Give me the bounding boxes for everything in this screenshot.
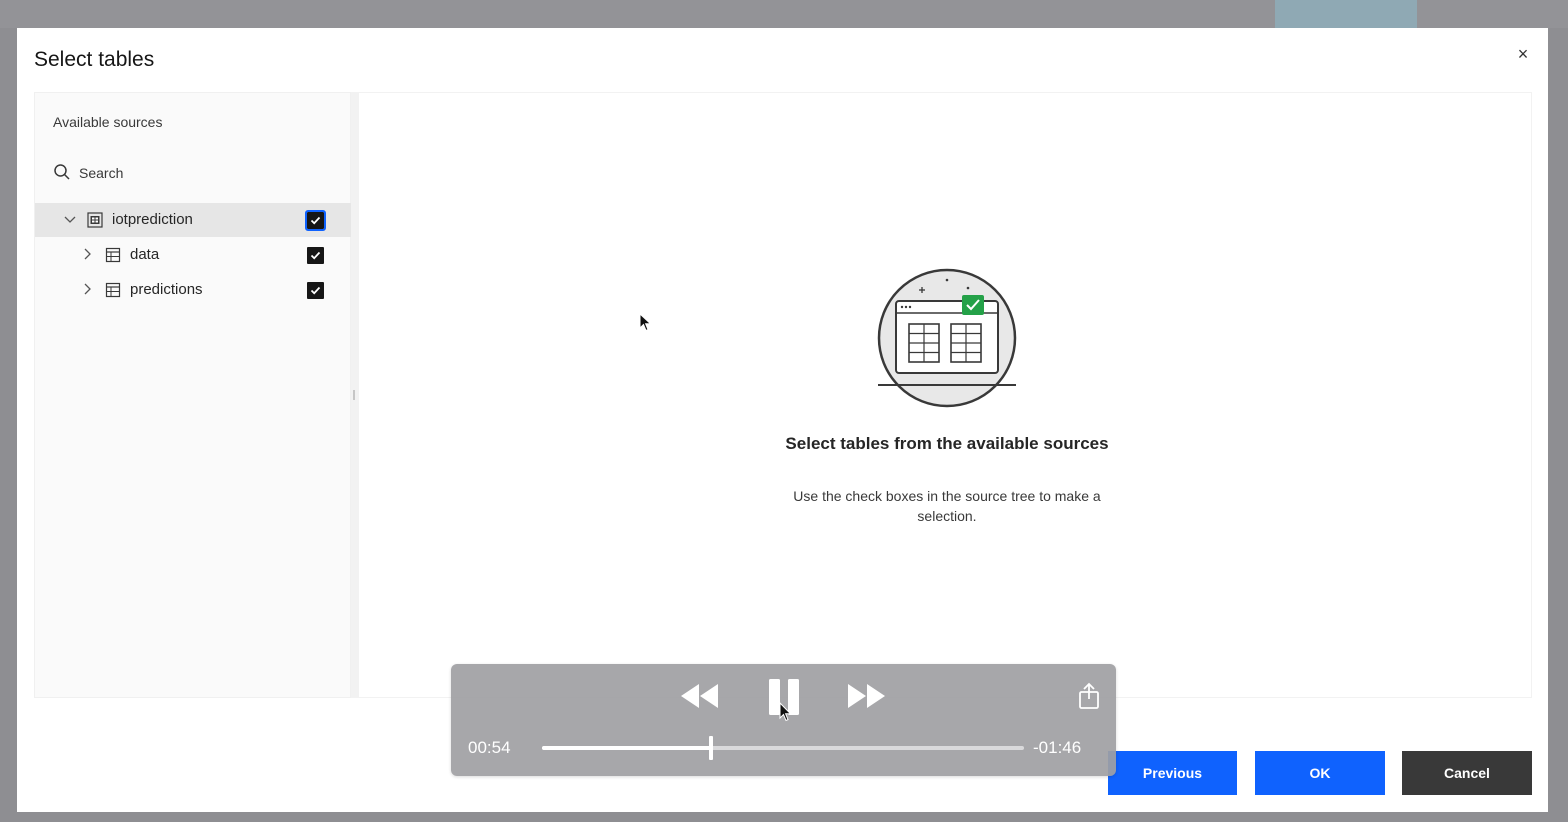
tree-item-iotprediction[interactable]: iotprediction bbox=[35, 203, 351, 237]
empty-state-title: Select tables from the available sources bbox=[785, 434, 1109, 453]
available-sources-panel: Available sources iotprediction bbox=[34, 92, 351, 698]
panel-title: Available sources bbox=[53, 114, 163, 130]
seek-bar[interactable] bbox=[542, 736, 1024, 760]
checkmark-icon bbox=[310, 216, 321, 225]
search-icon bbox=[54, 164, 70, 180]
search-box[interactable] bbox=[35, 155, 351, 189]
mouse-cursor-icon bbox=[639, 313, 652, 332]
selection-content-area: Select tables from the available sources… bbox=[358, 92, 1532, 698]
panel-resize-handle[interactable] bbox=[351, 92, 358, 698]
elapsed-time: 00:54 bbox=[468, 738, 511, 757]
search-input[interactable] bbox=[77, 161, 341, 185]
checkbox-data[interactable] bbox=[307, 247, 324, 264]
seek-bar-progress bbox=[542, 746, 711, 750]
chevron-right-icon[interactable] bbox=[80, 247, 94, 261]
video-player-controls: 00:54 -01:46 bbox=[451, 664, 1116, 776]
empty-state-subtitle: Use the check boxes in the source tree t… bbox=[793, 488, 1101, 524]
share-icon[interactable] bbox=[1078, 682, 1100, 710]
close-icon: × bbox=[1517, 44, 1529, 64]
chevron-down-icon[interactable] bbox=[63, 212, 77, 226]
remaining-time: -01:46 bbox=[1033, 738, 1082, 757]
checkmark-icon bbox=[310, 286, 321, 295]
fast-forward-icon[interactable] bbox=[845, 681, 887, 711]
rewind-icon[interactable] bbox=[679, 681, 721, 711]
cancel-button[interactable]: Cancel bbox=[1402, 751, 1532, 795]
empty-state-illustration bbox=[877, 268, 1017, 408]
checkbox-iotprediction[interactable] bbox=[305, 210, 326, 231]
tree-item-label: data bbox=[130, 246, 160, 263]
resize-grip-icon bbox=[353, 390, 355, 400]
table-icon bbox=[105, 247, 121, 263]
tree-item-predictions[interactable]: predictions bbox=[35, 273, 351, 307]
mouse-cursor-icon bbox=[779, 702, 792, 722]
checkbox-predictions[interactable] bbox=[307, 282, 324, 299]
checkmark-icon bbox=[310, 251, 321, 260]
schema-icon bbox=[87, 212, 103, 228]
backdrop-element bbox=[1275, 0, 1417, 28]
ok-button[interactable]: OK bbox=[1255, 751, 1385, 795]
previous-button[interactable]: Previous bbox=[1108, 751, 1237, 795]
tree-item-data[interactable]: data bbox=[35, 238, 351, 272]
tree-item-label: iotprediction bbox=[112, 211, 193, 228]
dialog-title: Select tables bbox=[34, 48, 155, 71]
close-button[interactable]: × bbox=[1513, 44, 1533, 64]
table-icon bbox=[105, 282, 121, 298]
chevron-right-icon[interactable] bbox=[80, 282, 94, 296]
tree-item-label: predictions bbox=[130, 281, 203, 298]
seek-bar-thumb[interactable] bbox=[708, 736, 713, 760]
